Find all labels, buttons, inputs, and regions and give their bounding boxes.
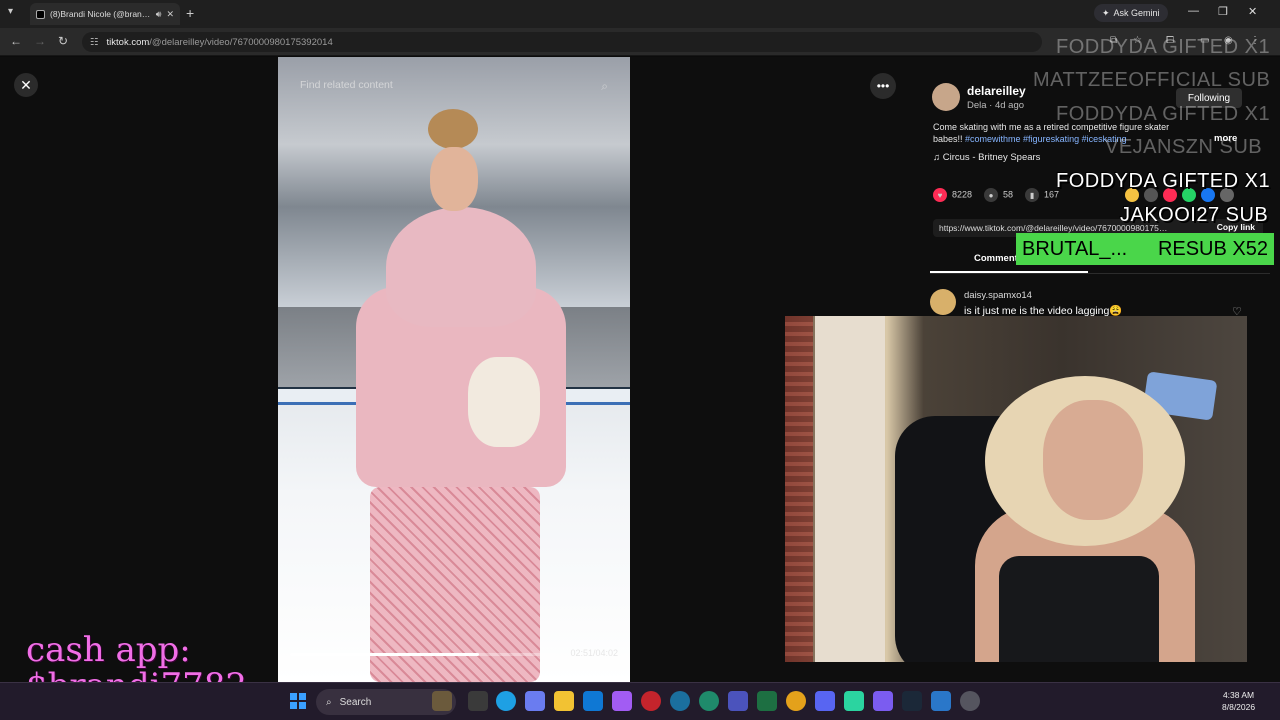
ask-gemini-label: Ask Gemini bbox=[1113, 8, 1160, 18]
forward-icon[interactable]: → bbox=[34, 34, 46, 48]
webcam-door bbox=[815, 316, 885, 662]
tab-title: (8)Brandi Nicole (@brandin bbox=[50, 9, 151, 19]
app-c-icon[interactable] bbox=[670, 691, 690, 711]
stream-alert: MATTZEEOFFICIAL SUB bbox=[1033, 69, 1271, 91]
streamer-face-image bbox=[1043, 400, 1143, 520]
taskbar-search-label: Search bbox=[339, 696, 372, 708]
taskbar-clock[interactable]: 4:38 AM 8/8/2026 bbox=[1222, 689, 1255, 713]
site-info-icon[interactable]: ☷ bbox=[90, 37, 99, 48]
resub-count: RESUB X52 bbox=[1157, 237, 1268, 260]
find-related-content-search[interactable]: Find related content bbox=[300, 79, 393, 91]
minimize-icon[interactable]: — bbox=[1188, 5, 1199, 17]
browser-tab-active[interactable]: (8)Brandi Nicole (@brandin 🔊︎ ✕ bbox=[30, 3, 180, 25]
discord-icon[interactable] bbox=[815, 691, 835, 711]
post-hashtags[interactable]: #comewithme #figureskating #iceskating bbox=[965, 134, 1127, 144]
settings-gear-icon[interactable] bbox=[960, 691, 980, 711]
more-options-button[interactable]: ••• bbox=[870, 73, 896, 99]
search-icon: ⌕ bbox=[326, 696, 332, 708]
engagement-stats: ♥ 8228 ● 58 ▮ 167 bbox=[933, 188, 1059, 202]
webcam-tinsel-decor bbox=[785, 316, 813, 662]
file-explorer-icon[interactable] bbox=[554, 691, 574, 711]
video-progress-bar[interactable] bbox=[290, 653, 556, 656]
windows-start-icon[interactable] bbox=[290, 693, 306, 709]
resub-alert-banner: BRUTAL_... RESUB X52 bbox=[1016, 233, 1274, 265]
creator-username[interactable]: delareilley bbox=[967, 84, 1026, 98]
store-icon[interactable] bbox=[612, 691, 632, 711]
resub-name: BRUTAL_... bbox=[1022, 237, 1128, 260]
url-path: /@delareilley/video/7670000980175392014 bbox=[149, 36, 333, 48]
widget-cat-icon[interactable] bbox=[432, 691, 452, 711]
close-video-button[interactable]: ✕ bbox=[14, 73, 38, 97]
streamer-top-image bbox=[999, 556, 1159, 662]
cash-app-label: cash app: bbox=[26, 630, 191, 670]
comment-button[interactable]: ● 58 bbox=[984, 188, 1013, 202]
close-window-icon[interactable]: ✕ bbox=[1248, 5, 1257, 18]
chrome-icon[interactable] bbox=[786, 691, 806, 711]
comment-icon: ● bbox=[984, 188, 999, 202]
skater-face-image bbox=[430, 147, 478, 211]
bookmark-icon: ▮ bbox=[1025, 188, 1040, 202]
taskbar-time: 4:38 AM bbox=[1222, 690, 1255, 700]
gemini-sparkle-icon: ✦ bbox=[1102, 7, 1110, 18]
ask-gemini-button[interactable]: ✦ Ask Gemini bbox=[1094, 4, 1168, 22]
reload-icon[interactable]: ↻ bbox=[58, 34, 68, 48]
app-red-icon[interactable] bbox=[641, 691, 661, 711]
new-tab-button[interactable]: + bbox=[186, 5, 194, 21]
skater-hair-image bbox=[428, 109, 478, 149]
search-icon[interactable]: ⌕ bbox=[601, 79, 608, 94]
music-note-icon: ♫ bbox=[933, 152, 943, 163]
video-player[interactable]: Find related content ⌕ 02:51/04:02 bbox=[278, 57, 630, 682]
commenter-avatar[interactable] bbox=[930, 289, 956, 315]
skater-gloves-image bbox=[468, 357, 540, 447]
commenter-username[interactable]: daisy.spamxo14 bbox=[964, 290, 1032, 301]
tab-list-icon[interactable]: ▾ bbox=[8, 6, 13, 17]
maximize-icon[interactable]: ❐ bbox=[1218, 5, 1228, 18]
creator-avatar[interactable] bbox=[932, 83, 960, 111]
save-button[interactable]: ▮ 167 bbox=[1025, 188, 1059, 202]
stream-alert: VEJANSZN SUB bbox=[1105, 136, 1263, 158]
comment-count: 58 bbox=[1003, 189, 1014, 200]
address-bar[interactable]: ☷ tiktok.com/@delareilley/video/76700009… bbox=[82, 32, 1042, 52]
teams-icon[interactable] bbox=[728, 691, 748, 711]
speaker-icon[interactable]: 🔊︎ bbox=[156, 9, 162, 20]
stream-alert: JAKOOI27 SUB bbox=[1120, 204, 1269, 226]
music-row[interactable]: ♫ Circus - Britney Spears bbox=[933, 152, 1040, 163]
streamer-webcam bbox=[785, 316, 1247, 662]
stream-alert: FODDYDA GIFTED X1 bbox=[1056, 170, 1271, 192]
like-count: 8228 bbox=[952, 189, 973, 200]
like-button[interactable]: ♥ 8228 bbox=[933, 188, 972, 202]
stream-alert: FODDYDA GIFTED X1 bbox=[1056, 103, 1271, 125]
close-tab-icon[interactable]: ✕ bbox=[166, 9, 174, 20]
browser-tab-strip: ▾ (8)Brandi Nicole (@brandin 🔊︎ ✕ + ✦ As… bbox=[0, 0, 1280, 28]
app-green-icon[interactable] bbox=[699, 691, 719, 711]
task-view-icon[interactable] bbox=[468, 691, 488, 711]
tab-divider bbox=[930, 273, 1270, 274]
outlook-icon[interactable] bbox=[583, 691, 603, 711]
skater-hood-image bbox=[386, 207, 536, 327]
music-title: Circus - Britney Spears bbox=[942, 152, 1041, 163]
taskbar-date: 8/8/2026 bbox=[1222, 702, 1256, 712]
video-progress-fill bbox=[290, 653, 479, 656]
url-host: tiktok.com bbox=[106, 36, 150, 48]
app-grid-icon[interactable] bbox=[873, 691, 893, 711]
steam-icon[interactable] bbox=[902, 691, 922, 711]
app-window-icon[interactable] bbox=[931, 691, 951, 711]
edge-icon[interactable] bbox=[496, 691, 516, 711]
heart-icon: ♥ bbox=[933, 188, 947, 202]
windows-taskbar: ⌕ Search 4:38 AM 8/8/2026 bbox=[0, 682, 1280, 720]
creator-meta: Dela · 4d ago bbox=[967, 100, 1025, 111]
video-timecode: 02:51/04:02 bbox=[570, 648, 618, 658]
tiktok-favicon-icon bbox=[36, 9, 45, 19]
app-teal-icon[interactable] bbox=[844, 691, 864, 711]
screen: ▾ (8)Brandi Nicole (@brandin 🔊︎ ✕ + ✦ As… bbox=[0, 0, 1280, 720]
back-icon[interactable]: ← bbox=[10, 34, 22, 48]
copilot-icon[interactable] bbox=[525, 691, 545, 711]
excel-icon[interactable] bbox=[757, 691, 777, 711]
stream-alert: FODDYDA GIFTED X1 bbox=[1056, 36, 1271, 58]
